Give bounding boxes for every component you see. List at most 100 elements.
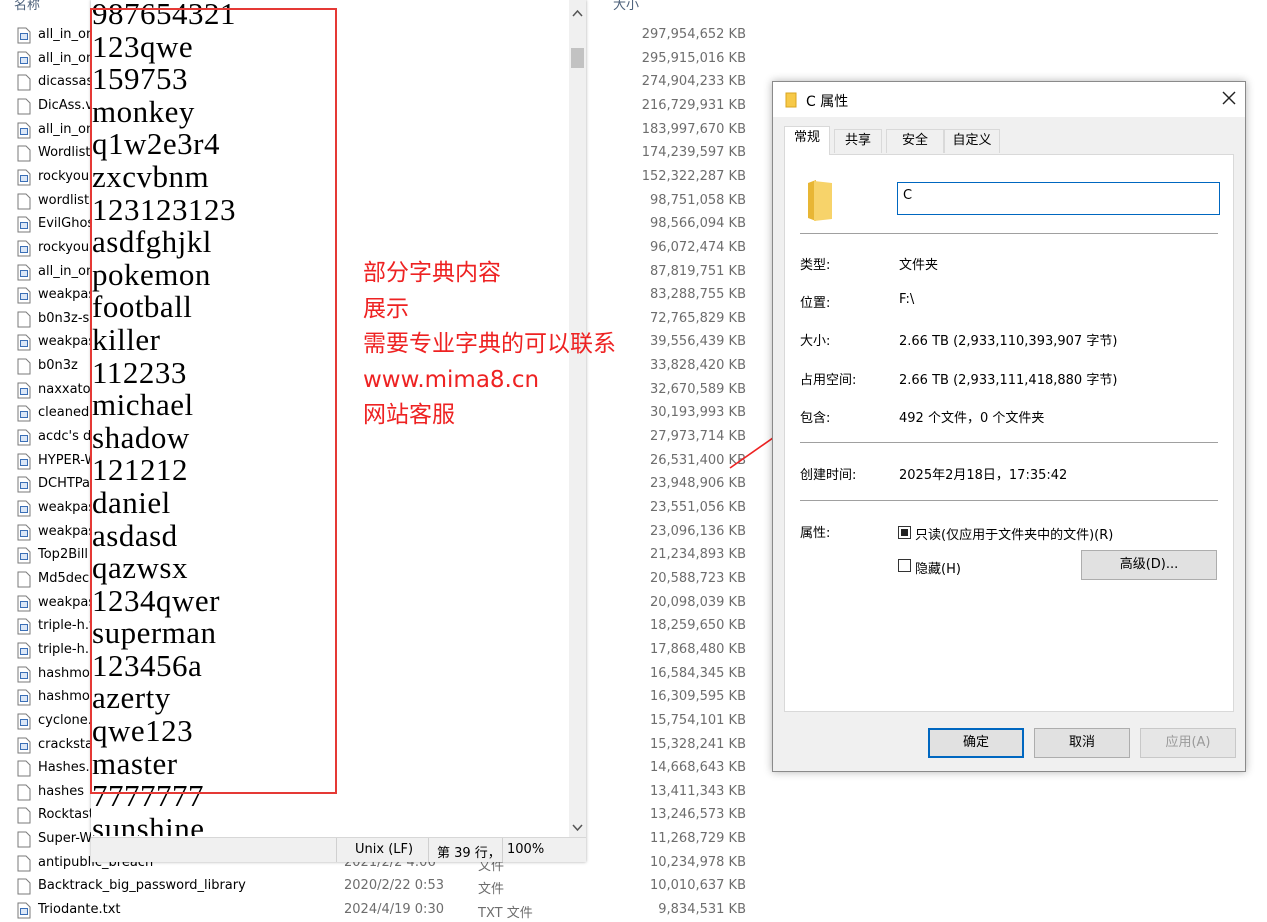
tab-sharing[interactable]: 共享 [834, 129, 882, 153]
file-icon [17, 98, 31, 115]
type-label: 类型: [800, 258, 831, 273]
file-name: rockyou [38, 239, 90, 255]
file-size: 13,411,343 KB [649, 783, 746, 799]
file-size: 183,997,670 KB [641, 121, 746, 137]
location-value: F:\ [899, 292, 915, 307]
file-icon [17, 902, 31, 919]
file-icon [17, 713, 31, 730]
readonly-checkbox[interactable] [898, 526, 911, 539]
file-size: 83,288,755 KB [649, 287, 746, 303]
file-size: 11,268,729 KB [649, 831, 746, 847]
file-name: all_in_on [38, 263, 95, 279]
file-size: 14,668,643 KB [649, 760, 746, 776]
file-size: 21,234,893 KB [649, 547, 746, 563]
file-size: 15,328,241 KB [649, 736, 746, 752]
file-size: 98,566,094 KB [649, 216, 746, 232]
file-size: 23,551,056 KB [649, 500, 746, 515]
file-row[interactable]: Triodante.txt 2024/4/19 0:30 TXT 文件 9,834,5… [0, 899, 760, 922]
file-icon [17, 737, 31, 753]
file-name: Hashes.o [38, 760, 98, 776]
divider [800, 442, 1218, 443]
file-icon [17, 689, 31, 706]
annotation-line: 展示 [363, 295, 409, 322]
annotation-text: 部分字典内容 展示 需要专业字典的可以联系 www.mima8.cn 网站客服 [363, 256, 616, 434]
column-header-name[interactable]: 名称 [14, 0, 40, 13]
file-name: EvilGhos [38, 216, 95, 232]
apply-button[interactable]: 应用(A) [1140, 728, 1236, 758]
file-icon [17, 476, 31, 493]
file-size: 98,751,058 KB [649, 192, 746, 208]
file-icon [17, 453, 31, 470]
file-size: 15,754,101 KB [649, 712, 746, 728]
scroll-down-icon[interactable] [572, 824, 583, 832]
file-icon [17, 405, 31, 422]
file-icon [17, 169, 31, 186]
size-value: 2.66 TB (2,933,110,393,907 字节) [899, 334, 1118, 349]
file-name: weakpas [38, 500, 96, 515]
folder-name-input[interactable]: C [897, 182, 1220, 215]
advanced-button[interactable]: 高级(D)... [1081, 550, 1217, 580]
attributes-label: 属性: [800, 526, 831, 541]
file-size: 20,588,723 KB [649, 570, 746, 586]
annotation-line: 部分字典内容 [363, 260, 501, 286]
close-icon[interactable] [1222, 91, 1236, 105]
file-size: 18,259,650 KB [649, 618, 746, 634]
large-folder-icon [808, 180, 832, 221]
file-icon [17, 760, 31, 777]
file-size: 216,729,931 KB [641, 97, 746, 113]
file-name: Md5dec [38, 570, 90, 586]
file-size: 10,010,637 KB [649, 878, 746, 894]
file-icon [17, 547, 31, 564]
tab-general[interactable]: 常规 [784, 126, 830, 155]
file-size: 297,954,652 KB [641, 27, 746, 42]
file-size: 87,819,751 KB [649, 263, 746, 279]
file-size: 10,234,978 KB [649, 854, 746, 870]
file-name: all_in_on [38, 121, 95, 137]
file-icon [17, 784, 31, 801]
file-icon [17, 855, 31, 872]
file-row[interactable]: Backtrack_big_password_library 2020/2/22 … [0, 875, 760, 898]
hidden-checkbox[interactable] [898, 559, 911, 572]
file-size: 295,915,016 KB [641, 50, 746, 66]
column-header-size[interactable]: 大小 [613, 0, 639, 13]
disk-size-value: 2.66 TB (2,933,111,418,880 字节) [899, 373, 1118, 388]
file-name: cracksta [38, 736, 93, 752]
file-icon [17, 311, 31, 328]
scroll-thumb[interactable] [571, 48, 584, 68]
file-icon [17, 358, 31, 375]
tab-customize[interactable]: 自定义 [944, 129, 1000, 153]
file-name: triple-h.l [38, 641, 93, 657]
scroll-up-icon[interactable] [572, 9, 583, 17]
file-icon [17, 807, 31, 824]
file-size: 9,834,531 KB [658, 902, 746, 918]
text-line: sunshine [92, 810, 205, 836]
tab-security[interactable]: 安全 [886, 129, 944, 153]
file-name: Wordlist [38, 145, 91, 161]
file-size: 96,072,474 KB [649, 239, 746, 255]
file-icon [17, 216, 31, 233]
file-name: triple-h.t [38, 618, 95, 634]
file-icon [17, 524, 31, 541]
file-icon [17, 264, 31, 280]
folder-icon [785, 92, 797, 108]
file-size: 274,904,233 KB [641, 74, 746, 90]
hidden-label[interactable]: 隐藏(H) [915, 558, 961, 577]
file-date: 2020/2/22 0:53 [344, 878, 444, 894]
dialog-title-bar: C 属性 [773, 82, 1245, 117]
file-icon [17, 287, 31, 304]
file-name: Super-W [38, 831, 93, 847]
file-name: hashes [38, 783, 84, 799]
file-name: weakpas [38, 523, 96, 539]
file-size: 152,322,287 KB [641, 168, 746, 184]
file-name: acdc's d [38, 429, 92, 445]
cancel-button[interactable]: 取消 [1034, 728, 1130, 758]
ok-button[interactable]: 确定 [928, 728, 1024, 758]
readonly-label[interactable]: 只读(仅应用于文件夹中的文件)(R) [915, 524, 1113, 543]
file-size: 20,098,039 KB [649, 594, 746, 610]
disk-size-label: 占用空间: [800, 373, 857, 388]
general-tab-panel: C 类型: 文件夹 位置: F:\ 大小: 2.66 TB (2,933,110… [784, 154, 1234, 712]
created-label: 创建时间: [800, 468, 857, 483]
file-name: DicAss.v [38, 97, 94, 113]
created-value: 2025年2月18日，17:35:42 [899, 468, 1068, 483]
file-icon [17, 831, 31, 848]
